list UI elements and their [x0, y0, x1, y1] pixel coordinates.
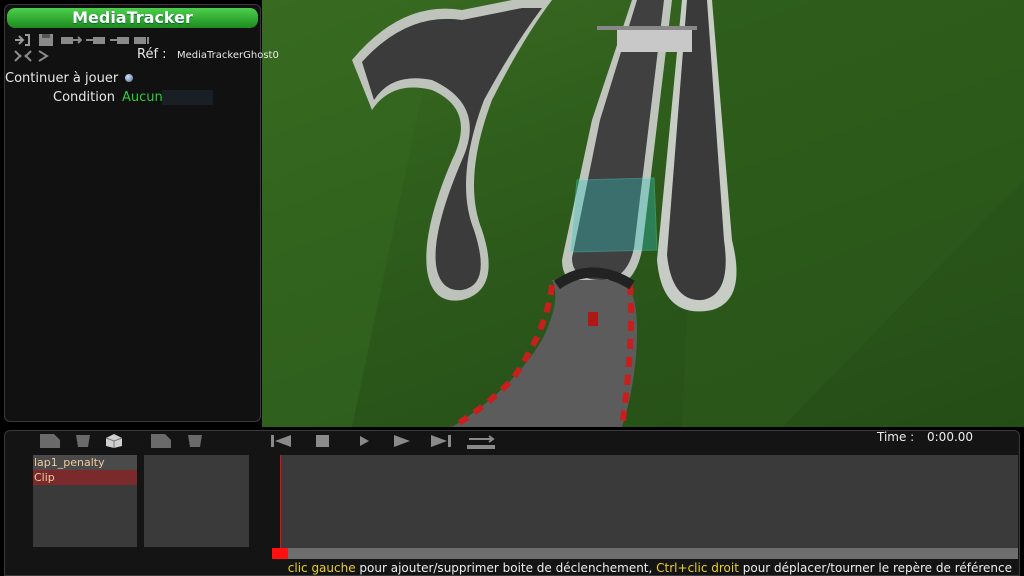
reference-value[interactable]: MediaTrackerGhost0 [177, 50, 279, 61]
new-clip-icon[interactable] [39, 433, 61, 448]
reference-label: Réf : [137, 47, 167, 62]
add-trigger-icon[interactable] [13, 33, 33, 47]
panel-title: MediaTracker [7, 8, 258, 28]
condition-label: Condition [53, 90, 116, 105]
camera-left-icon[interactable] [85, 33, 105, 47]
play-forward-icon[interactable] [391, 433, 413, 447]
new-block-icon[interactable] [150, 433, 172, 448]
rewind-icon[interactable] [269, 433, 291, 447]
timeline-track-area[interactable] [280, 455, 1018, 548]
hint-left-click: clic gauche [287, 561, 356, 575]
hint-ctrl-right-click: Ctrl+clic droit [656, 561, 739, 575]
save-icon[interactable] [37, 33, 57, 47]
race-track-scene [262, 0, 1024, 427]
mediatracker-panel: MediaTracker Réf : MediaTrackerGhost0 Co… [4, 4, 279, 422]
camera-move-icon[interactable] [60, 33, 82, 47]
loop-icon[interactable] [465, 433, 497, 449]
cube-icon[interactable] [103, 433, 125, 448]
time-value: 0:00.00 [927, 430, 974, 444]
stop-icon[interactable] [313, 433, 335, 447]
hint-text: pour ajouter/supprimer boite de déclench… [355, 561, 657, 575]
camera-cut-icon[interactable] [133, 33, 153, 47]
hint-bar: clic gauche pour ajouter/supprimer boite… [0, 560, 1024, 576]
continue-playing-toggle[interactable] [125, 74, 133, 82]
hint-text: pour déplacer/tourner le repère de référ… [738, 561, 1012, 575]
skip-end-icon[interactable] [429, 433, 451, 447]
play-icon[interactable] [355, 433, 377, 447]
camera-right-icon[interactable] [109, 33, 129, 47]
track-item[interactable]: Clip [33, 470, 137, 485]
arrow-icon[interactable] [37, 49, 57, 63]
time-label: Time : [877, 430, 915, 444]
block-list [144, 455, 249, 547]
delete-clip-icon[interactable] [73, 433, 95, 447]
playhead-line[interactable] [280, 455, 281, 549]
game-viewport[interactable] [262, 0, 1024, 427]
delete-block-icon[interactable] [185, 433, 207, 447]
playhead-handle[interactable] [272, 548, 288, 559]
continue-playing-label: Continuer à jouer [5, 71, 119, 86]
track-list: lap1_penalty Clip [33, 455, 137, 547]
condition-dropdown[interactable]: Aucun [122, 90, 213, 105]
track-item[interactable]: lap1_penalty [33, 455, 137, 470]
time-ruler[interactable] [272, 548, 1018, 559]
expand-icon[interactable] [13, 49, 33, 63]
